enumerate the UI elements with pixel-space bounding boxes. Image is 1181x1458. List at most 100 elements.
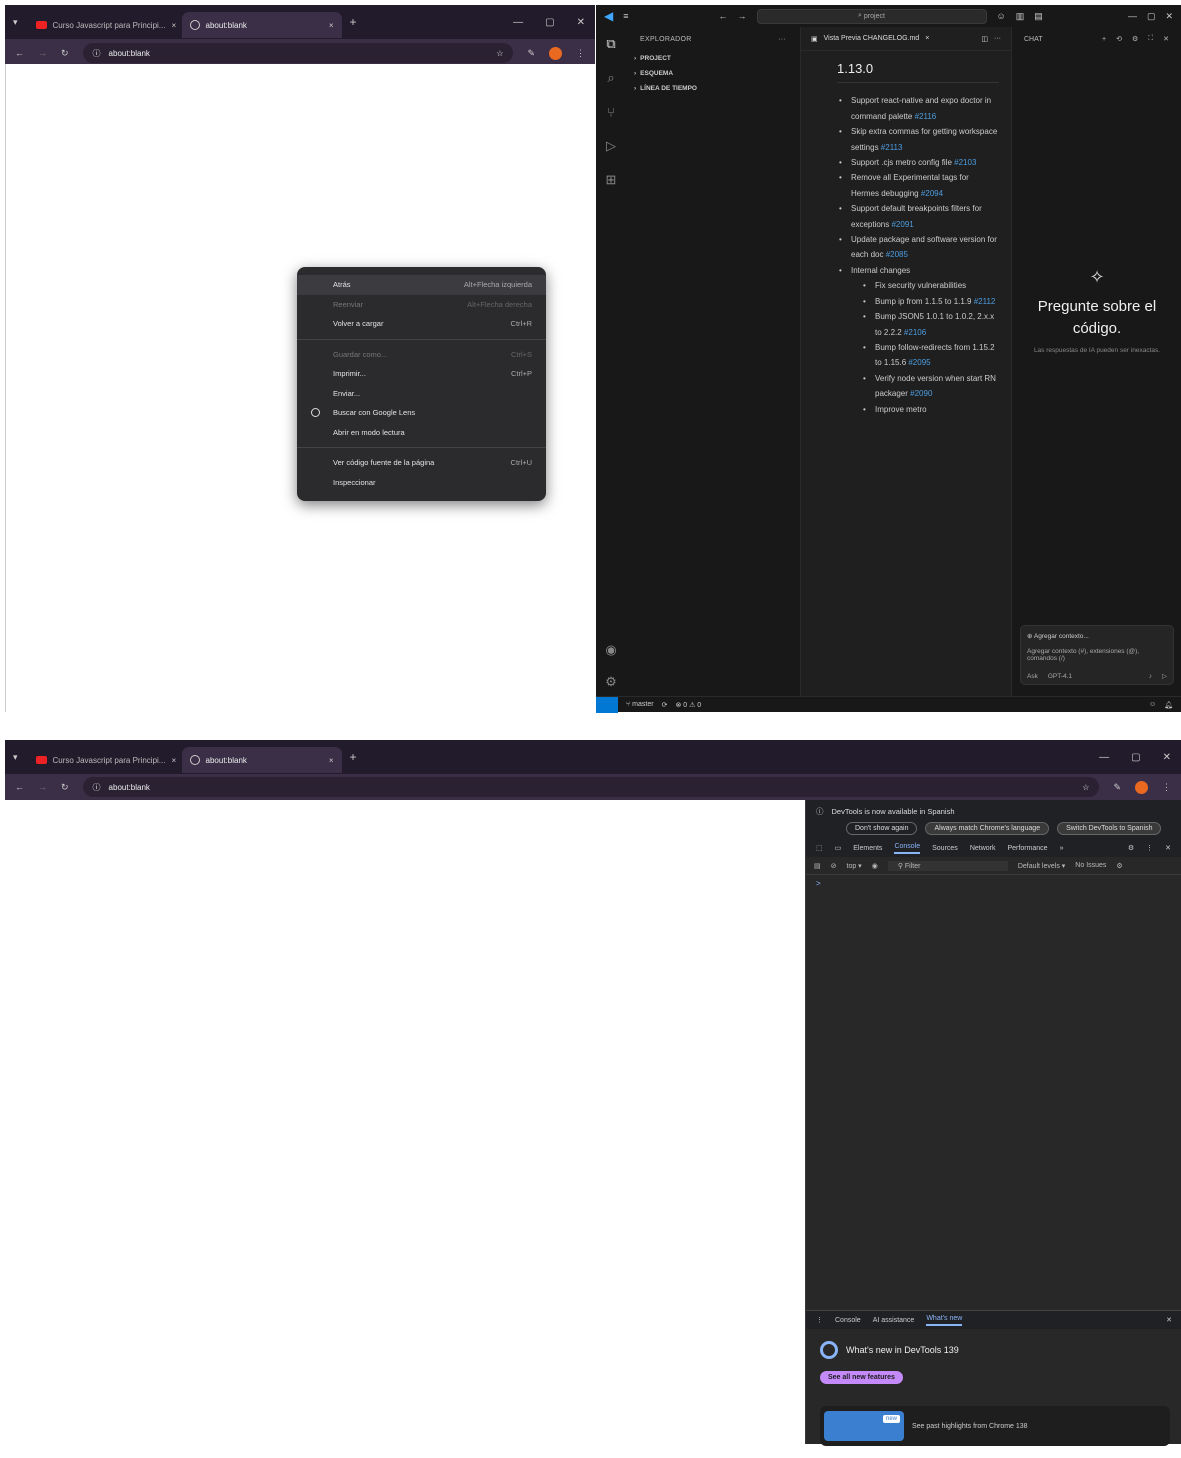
context-menu-item[interactable]: Volver a cargar Ctrl+R xyxy=(297,314,546,334)
bookmark-star-icon[interactable]: ☆ xyxy=(1082,783,1089,792)
console-settings-icon[interactable]: ⚙ xyxy=(1116,862,1122,870)
mic-icon[interactable]: ♪ xyxy=(1149,673,1152,680)
explorer-section-project[interactable]: › PROJECT xyxy=(626,51,800,66)
close-chat-icon[interactable]: ✕ xyxy=(1163,35,1169,43)
new-tab-button[interactable]: + xyxy=(350,15,357,29)
console-prompt[interactable]: > xyxy=(806,875,1181,892)
devtools-settings-icon[interactable]: ⚙ xyxy=(1128,844,1134,852)
add-context-button[interactable]: ⊕ Agregar contexto... xyxy=(1027,632,1167,640)
changelog-link[interactable]: #2085 xyxy=(886,250,908,259)
tab-youtube[interactable]: Curso Javascript para Principi... × xyxy=(28,12,178,38)
context-select[interactable]: top ▾ xyxy=(847,862,862,870)
source-control-icon[interactable]: ⑂ xyxy=(596,95,626,129)
match-language-button[interactable]: Always match Chrome's language xyxy=(925,822,1050,835)
drawer-tab-console[interactable]: Console xyxy=(835,1317,861,1324)
restore-button[interactable]: ▢ xyxy=(1131,752,1140,763)
devtools-tab[interactable]: Network xyxy=(970,845,996,852)
forward-icon[interactable]: → xyxy=(38,782,47,792)
changelog-link[interactable]: #2113 xyxy=(881,143,903,152)
profile-avatar[interactable] xyxy=(549,46,562,60)
menu-icon[interactable]: ≡ xyxy=(623,11,628,21)
sidebar-toggle-icon[interactable]: ▤ xyxy=(814,862,821,870)
close-tab-icon[interactable]: × xyxy=(171,756,176,765)
changelog-link[interactable]: #2112 xyxy=(974,297,996,306)
bookmark-star-icon[interactable]: ☆ xyxy=(496,49,503,58)
past-highlights-link[interactable]: See past highlights from Chrome 138 xyxy=(912,1423,1028,1430)
switch-language-button[interactable]: Switch DevTools to Spanish xyxy=(1057,822,1162,835)
menu-dots-icon[interactable]: ⋮ xyxy=(576,48,585,59)
dont-show-again-button[interactable]: Don't show again xyxy=(846,822,918,835)
address-bar[interactable]: ⓘ about:blank ☆ xyxy=(82,777,1100,797)
changelog-link[interactable]: #2103 xyxy=(954,158,976,167)
problems-indicator[interactable]: ⊗ 0 ⚠ 0 xyxy=(675,701,701,709)
close-tab-icon[interactable]: × xyxy=(925,35,929,42)
new-chat-icon[interactable]: + xyxy=(1102,36,1106,43)
extensions-icon[interactable]: ✎ xyxy=(1113,782,1121,793)
context-menu-item[interactable]: Buscar con Google Lens xyxy=(297,403,546,423)
changelog-link[interactable]: #2095 xyxy=(908,358,930,367)
remote-indicator[interactable] xyxy=(596,696,618,713)
explorer-icon[interactable]: ⧉ xyxy=(596,27,626,61)
chat-input-box[interactable]: ⊕ Agregar contexto... Agregar contexto (… xyxy=(1020,625,1174,685)
sync-icon[interactable]: ⟳ xyxy=(662,701,668,709)
address-bar[interactable]: ⓘ about:blank ☆ xyxy=(82,43,514,63)
tab-search-icon[interactable]: ▾ xyxy=(13,752,18,763)
devtools-tab[interactable]: Sources xyxy=(932,845,958,852)
notifications-icon[interactable]: 🔔︎ xyxy=(1164,701,1181,709)
minimize-button[interactable]: — xyxy=(513,17,523,28)
drawer-tab-whats-new[interactable]: What's new xyxy=(926,1315,963,1326)
context-menu-item[interactable]: Atrás Alt+Flecha izquierda xyxy=(297,275,546,295)
back-icon[interactable]: ← xyxy=(15,48,24,58)
levels-select[interactable]: Default levels ▾ xyxy=(1018,862,1065,870)
reload-icon[interactable]: ↻ xyxy=(61,48,69,59)
mode-select[interactable]: Ask xyxy=(1027,673,1038,680)
drawer-tab-ai[interactable]: AI assistance xyxy=(873,1317,915,1324)
context-menu-item[interactable]: Imprimir... Ctrl+P xyxy=(297,364,546,384)
changelog-link[interactable]: #2090 xyxy=(910,389,932,398)
model-select[interactable]: GPT-4.1 xyxy=(1048,673,1072,680)
back-icon[interactable]: ← xyxy=(15,782,24,792)
editor-more-icon[interactable]: ··· xyxy=(994,35,1001,42)
changelog-link[interactable]: #2106 xyxy=(904,328,926,337)
explorer-section-outline[interactable]: › ESQUEMA xyxy=(626,66,800,81)
vs-close-button[interactable]: ✕ xyxy=(1165,11,1181,22)
editor-tab[interactable]: ▣ Vista Previa CHANGELOG.md × ◫ ··· xyxy=(801,27,1011,51)
devtools-menu-icon[interactable]: ⋮ xyxy=(1146,844,1153,852)
account-icon[interactable]: ◉ xyxy=(596,633,626,667)
settings-gear-icon[interactable]: ⚙ xyxy=(596,665,626,699)
close-tab-icon[interactable]: × xyxy=(171,21,176,30)
issues-button[interactable]: No Issues xyxy=(1075,862,1106,869)
minimize-button[interactable]: — xyxy=(1099,752,1109,763)
menu-dots-icon[interactable]: ⋮ xyxy=(1162,782,1171,793)
tab-search-icon[interactable]: ▾ xyxy=(13,17,18,28)
devtools-tab[interactable]: Elements xyxy=(853,845,882,852)
split-editor-icon[interactable]: ◫ xyxy=(981,35,988,43)
search-icon[interactable]: ⌕ xyxy=(596,61,626,95)
context-menu-item[interactable]: Enviar... xyxy=(297,384,546,404)
tab-about-blank[interactable]: about:blank × xyxy=(181,12,342,38)
chat-input[interactable]: Agregar contexto (#), extensiones (@), c… xyxy=(1027,648,1167,662)
close-window-button[interactable]: ✕ xyxy=(1163,752,1171,763)
context-menu-item[interactable]: Inspeccionar xyxy=(297,473,546,493)
command-search[interactable]: ⌕ project xyxy=(756,8,987,24)
inspect-icon[interactable]: ⬚ xyxy=(816,844,823,852)
devtools-tab[interactable]: Console xyxy=(894,843,921,854)
send-icon[interactable]: ▷ xyxy=(1162,672,1167,680)
changelog-link[interactable]: #2116 xyxy=(915,112,937,121)
site-info-icon[interactable]: ⓘ xyxy=(93,782,101,793)
copilot-status-icon[interactable]: ☺ xyxy=(1149,701,1156,708)
device-toggle-icon[interactable]: ▭ xyxy=(835,844,842,852)
close-devtools-icon[interactable]: ✕ xyxy=(1165,844,1171,852)
devtools-tab[interactable]: » xyxy=(1060,845,1064,852)
close-tab-icon[interactable]: × xyxy=(329,756,334,765)
chat-settings-icon[interactable]: ⚙ xyxy=(1132,35,1138,43)
changelog-link[interactable]: #2091 xyxy=(891,220,913,229)
see-all-features-button[interactable]: See all new features xyxy=(820,1371,903,1384)
extensions-icon[interactable]: ✎ xyxy=(527,48,535,59)
extensions-icon[interactable]: ⊞ xyxy=(596,163,626,197)
close-drawer-icon[interactable]: ✕ xyxy=(1166,1316,1172,1324)
tab-about-blank[interactable]: about:blank × xyxy=(181,747,342,773)
copilot-icon[interactable]: ☺ xyxy=(997,11,1006,21)
filter-input[interactable]: ⚲ Filter xyxy=(887,860,1008,871)
clear-console-icon[interactable]: ⊘ xyxy=(831,862,837,870)
